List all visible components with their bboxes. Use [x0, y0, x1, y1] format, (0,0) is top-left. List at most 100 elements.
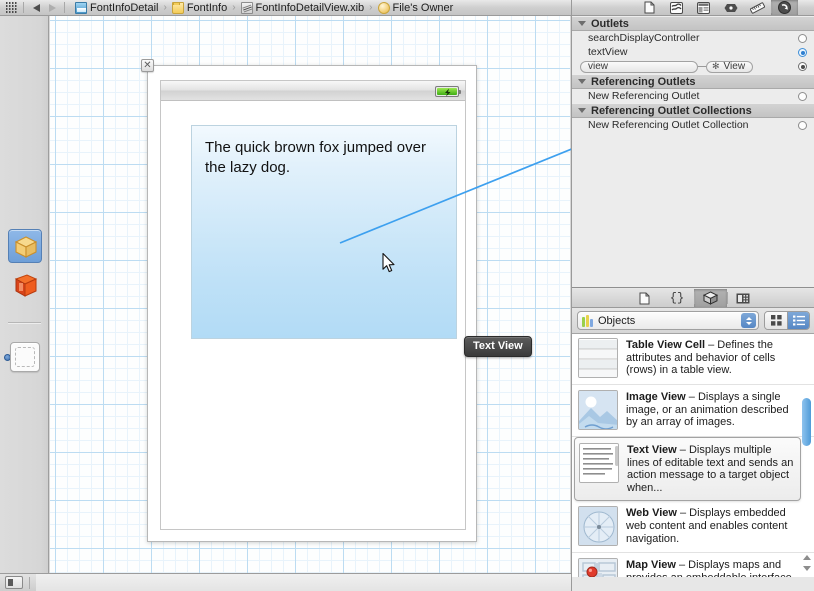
library-item-image-view[interactable]: Image View – Displays a single image, or…	[572, 385, 814, 437]
connection-well[interactable]	[798, 121, 807, 130]
inspector-tab-bar	[572, 0, 814, 16]
target-prefix-icon: ✻	[712, 61, 720, 71]
attributes-icon	[724, 3, 737, 12]
quick-help-icon	[670, 1, 683, 14]
tab-size-inspector[interactable]	[744, 0, 771, 15]
connection-well-filled[interactable]	[798, 62, 807, 71]
jump-bar-icon[interactable]	[3, 2, 19, 14]
objects-solid-cube-item[interactable]	[8, 270, 42, 304]
breadcrumb-label: FontInfo	[186, 1, 228, 14]
connection-well-active[interactable]	[798, 48, 807, 57]
library-item-table-view-cell[interactable]: Table View Cell – Defines the attributes…	[572, 334, 814, 385]
image-view-icon	[578, 390, 618, 430]
tab-connections-inspector[interactable]	[771, 0, 798, 15]
section-header-referencing-outlet-collections[interactable]: Referencing Outlet Collections	[572, 103, 814, 118]
connections-inspector-panel: Outlets searchDisplayController textView…	[572, 16, 814, 288]
outlet-label: New Referencing Outlet Collection	[588, 119, 749, 131]
chevron-right-icon: ›	[163, 2, 167, 13]
objects-wireframe-cube-item[interactable]	[8, 229, 42, 263]
breadcrumb-label: FontInfoDetailView.xib	[255, 1, 365, 14]
breadcrumb-item-files-owner[interactable]: File's Owner	[377, 1, 455, 14]
outlet-row-new-referencing-outlet-collection[interactable]: New Referencing Outlet Collection	[572, 118, 814, 132]
library-item-text-view[interactable]: Text View – Displays multiple lines of e…	[574, 437, 801, 502]
outlet-label: textView	[588, 46, 628, 58]
media-icon	[736, 293, 750, 303]
tab-code-snippet-library[interactable]: {}	[661, 289, 694, 307]
folder-icon	[171, 1, 184, 14]
object-library-list[interactable]: Table View Cell – Defines the attributes…	[572, 334, 814, 577]
library-item-name: Web View	[626, 507, 677, 520]
tab-quick-help[interactable]	[663, 0, 690, 15]
scroll-up-button[interactable]	[802, 553, 811, 562]
list-icon	[792, 315, 805, 326]
wireframe-cube-icon	[14, 236, 38, 258]
breadcrumb-item-xib[interactable]: FontInfoDetailView.xib	[240, 1, 366, 14]
document-outline-strip	[0, 16, 49, 573]
placeholder-object-item[interactable]	[10, 342, 40, 372]
map-view-icon	[578, 558, 618, 577]
disclosure-triangle-icon	[578, 108, 586, 113]
library-item-text: Table View Cell – Defines the attributes…	[626, 338, 799, 378]
table-view-cell-icon	[578, 338, 618, 378]
library-tab-bar: {}	[572, 289, 814, 308]
outlet-row-new-referencing-outlet[interactable]: New Referencing Outlet	[572, 89, 814, 103]
scrollbar-thumb[interactable]	[802, 398, 811, 446]
tab-attributes-inspector[interactable]	[717, 0, 744, 15]
outlet-label: New Referencing Outlet	[588, 90, 700, 102]
tab-media-library[interactable]	[726, 289, 760, 307]
tab-file-template-library[interactable]	[628, 289, 661, 307]
bottom-bar-filler	[36, 574, 571, 591]
breadcrumb: FontInfoDetail › FontInfo › FontInfoDeta…	[74, 1, 455, 14]
tab-file-inspector[interactable]	[636, 0, 663, 15]
text-view-object[interactable]: The quick brown fox jumped over the lazy…	[191, 125, 457, 339]
document-outline-toggle[interactable]	[5, 576, 23, 589]
drag-badge: Text View	[464, 336, 532, 357]
color-bars-icon	[582, 314, 593, 327]
tab-object-library[interactable]	[693, 289, 727, 307]
identity-icon	[697, 1, 710, 14]
breadcrumb-label: File's Owner	[392, 1, 454, 14]
library-item-map-view[interactable]: Map View – Displays maps and provides an…	[572, 553, 814, 577]
bottom-bar-divider	[29, 576, 30, 589]
outlet-label: searchDisplayController	[588, 32, 700, 44]
list-view-toggle[interactable]	[787, 312, 809, 329]
outlet-row-textview[interactable]: textView	[572, 45, 814, 59]
library-item-name: Image View	[626, 391, 686, 403]
canvas-bottom-bar	[0, 573, 571, 591]
outlet-source-pill[interactable]: view	[580, 60, 698, 73]
breadcrumb-item-folder[interactable]: FontInfo	[171, 1, 228, 14]
library-category-popup[interactable]: Objects	[577, 311, 759, 330]
grid-view-toggle[interactable]	[765, 312, 787, 329]
chevron-updown-icon[interactable]	[741, 313, 756, 328]
strip-divider	[8, 322, 41, 323]
project-icon	[75, 1, 87, 14]
outlet-row-view[interactable]: view ✻ View	[572, 59, 814, 74]
connection-well[interactable]	[798, 34, 807, 43]
back-button[interactable]	[28, 1, 44, 14]
library-item-text: Map View – Displays maps and provides an…	[626, 558, 799, 577]
outlet-target-label: View	[723, 61, 746, 72]
library-item-text: Text View – Displays multiple lines of e…	[627, 443, 794, 494]
braces-icon: {}	[669, 291, 685, 305]
text-view-icon	[579, 443, 619, 483]
section-header-referencing-outlets[interactable]: Referencing Outlets	[572, 74, 814, 89]
breadcrumb-item-project[interactable]: FontInfoDetail	[74, 1, 159, 14]
connection-well[interactable]	[798, 92, 807, 101]
grid-icon	[770, 315, 782, 326]
text-view-content: The quick brown fox jumped over the lazy…	[205, 139, 426, 176]
forward-button[interactable]	[44, 1, 60, 14]
disclosure-triangle-icon	[578, 21, 586, 26]
library-item-name: Text View	[627, 444, 677, 456]
close-icon[interactable]: ✕	[141, 59, 154, 72]
library-scrollbar[interactable]	[801, 336, 812, 574]
device-window[interactable]: ✕ The quick brown fox jumped over the la…	[141, 59, 477, 542]
tab-identity-inspector[interactable]	[690, 0, 717, 15]
scroll-down-button[interactable]	[802, 564, 811, 573]
library-item-web-view[interactable]: Web View – Displays embedded web content…	[572, 501, 814, 554]
utilities-panel: Outlets searchDisplayController textView…	[571, 0, 814, 591]
pill-connector-line	[698, 66, 706, 67]
section-header-outlets[interactable]: Outlets	[572, 16, 814, 31]
outlet-target-pill[interactable]: ✻ View	[706, 60, 754, 73]
design-canvas[interactable]: ✕ The quick brown fox jumped over the la…	[50, 16, 570, 573]
outlet-row-searchdisplaycontroller[interactable]: searchDisplayController	[572, 31, 814, 45]
